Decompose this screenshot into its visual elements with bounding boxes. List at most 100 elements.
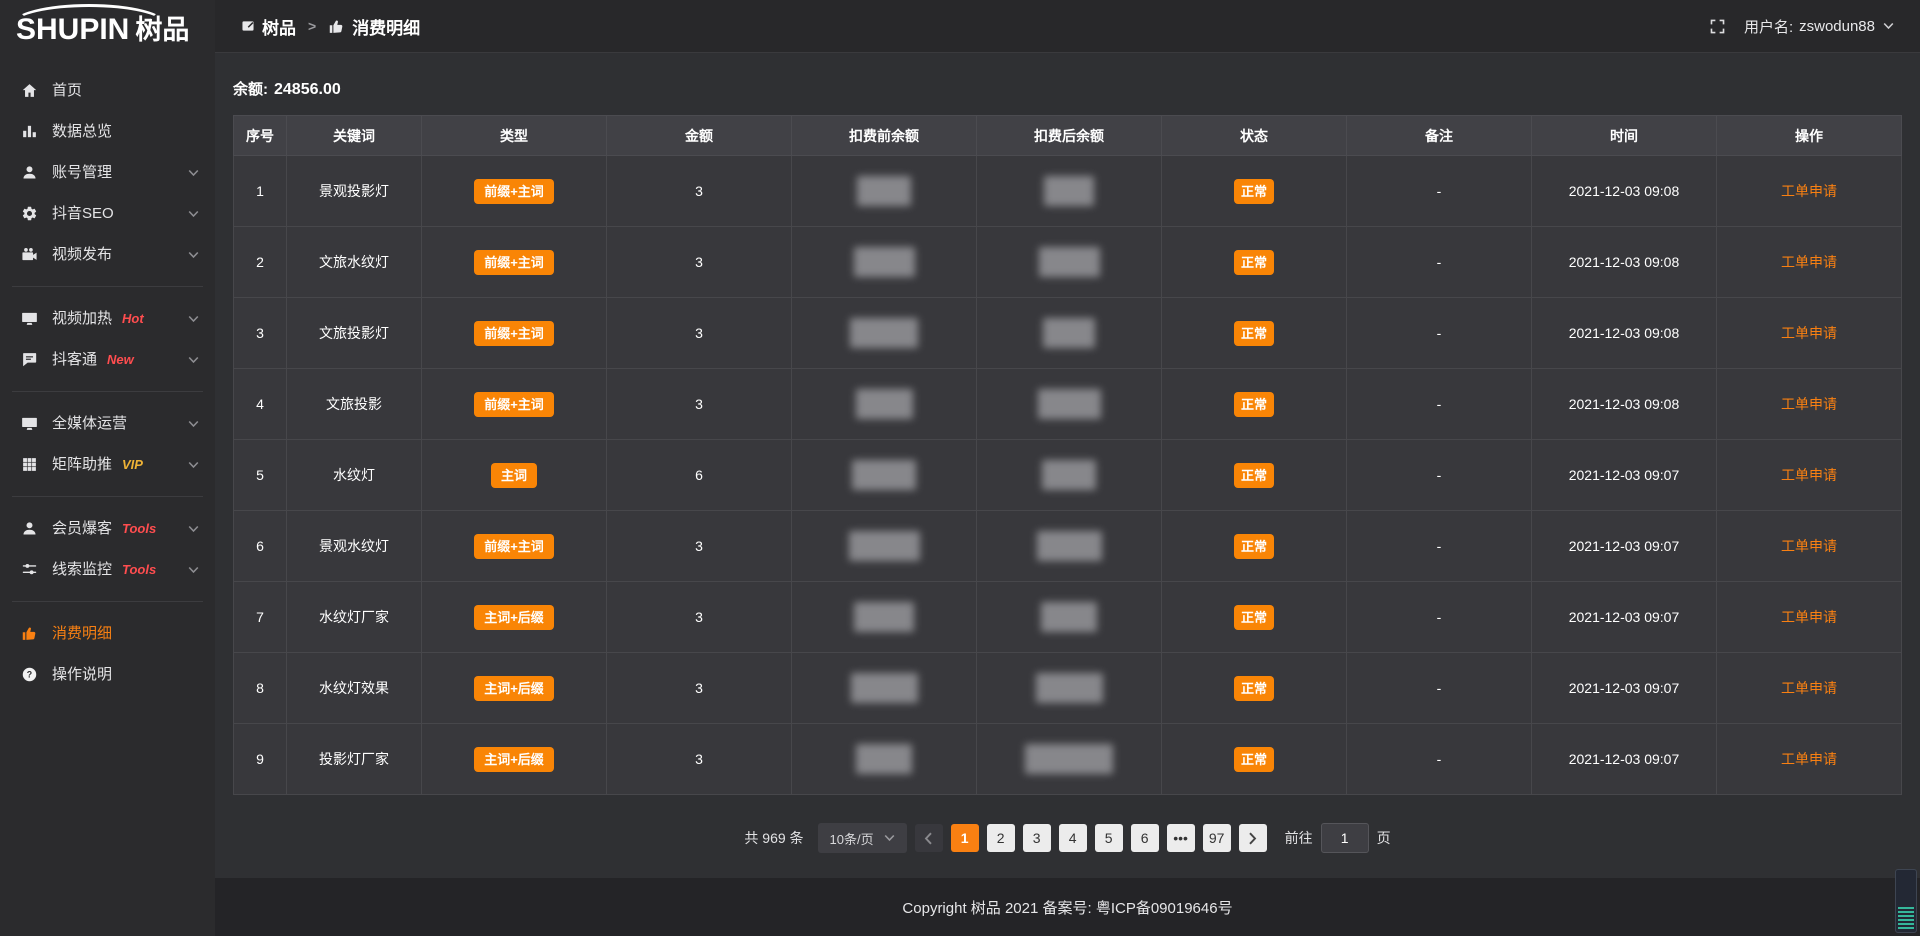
table-row: 7水纹灯厂家主词+后缀3正常-2021-12-03 09:07工单申请 <box>234 582 1902 653</box>
sidebar-item-consumption-detail[interactable]: 消费明细 <box>0 613 215 654</box>
blurred-value <box>854 602 914 632</box>
page-size-select[interactable]: 10条/页 <box>818 823 907 853</box>
chevron-down-icon <box>188 251 199 259</box>
cell-remark: - <box>1347 653 1532 724</box>
work-order-link[interactable]: 工单申请 <box>1781 396 1837 412</box>
blurred-value <box>852 460 916 490</box>
status-badge: 正常 <box>1234 179 1274 204</box>
chevron-down-icon <box>188 210 199 218</box>
breadcrumb-item[interactable]: 消费明细 <box>328 14 420 39</box>
sidebar-item-data-overview[interactable]: 数据总览 <box>0 111 215 152</box>
gear-icon <box>20 204 39 223</box>
wallet-icon <box>328 18 345 35</box>
sidebar-item-label: 首页 <box>52 83 82 98</box>
panel-icon <box>241 19 255 33</box>
page-button-1[interactable]: 1 <box>951 824 979 852</box>
cell-status: 正常 <box>1162 724 1347 795</box>
sidebar-item-douketong[interactable]: 抖客通New <box>0 339 215 380</box>
chat-icon <box>20 350 39 369</box>
cell-type: 前缀+主词 <box>422 298 607 369</box>
sidebar-item-label: 线索监控 <box>52 562 112 577</box>
cell-seq: 6 <box>234 511 287 582</box>
table-row: 1景观投影灯前缀+主词3正常-2021-12-03 09:08工单申请 <box>234 156 1902 227</box>
ellipsis-page-button[interactable]: ••• <box>1167 824 1195 852</box>
page-button-2[interactable]: 2 <box>987 824 1015 852</box>
menu-badge: Hot <box>122 311 144 326</box>
blurred-value <box>1036 673 1103 703</box>
prev-page-button[interactable] <box>915 824 943 852</box>
work-order-link[interactable]: 工单申请 <box>1781 609 1837 625</box>
goto-page-input[interactable] <box>1321 823 1369 853</box>
cell-type: 前缀+主词 <box>422 369 607 440</box>
sidebar-item-operation-guide[interactable]: ?操作说明 <box>0 654 215 695</box>
sidebar-item-home[interactable]: 首页 <box>0 70 215 111</box>
cell-seq: 5 <box>234 440 287 511</box>
work-order-link[interactable]: 工单申请 <box>1781 751 1837 767</box>
username-value: zswodun88 <box>1799 18 1875 35</box>
cell-balance-before <box>792 369 977 440</box>
blurred-value <box>1037 531 1102 561</box>
sidebar-item-matrix-boost[interactable]: 矩阵助推VIP <box>0 444 215 485</box>
blurred-value <box>849 531 920 561</box>
work-order-link[interactable]: 工单申请 <box>1781 467 1837 483</box>
sidebar-item-video-publish[interactable]: 视频发布 <box>0 234 215 275</box>
table-row: 2文旅水纹灯前缀+主词3正常-2021-12-03 09:08工单申请 <box>234 227 1902 298</box>
sidebar-item-label: 抖客通 <box>52 352 97 367</box>
cell-time: 2021-12-03 09:07 <box>1532 653 1717 724</box>
cell-amount: 3 <box>607 653 792 724</box>
cell-time: 2021-12-03 09:08 <box>1532 369 1717 440</box>
grid-icon <box>20 455 39 474</box>
cell-remark: - <box>1347 511 1532 582</box>
column-header: 状态 <box>1162 116 1347 156</box>
sidebar-item-douyin-seo[interactable]: 抖音SEO <box>0 193 215 234</box>
menu-divider <box>12 391 203 392</box>
breadcrumb-item[interactable]: 树品 <box>241 14 296 39</box>
column-header: 关键词 <box>287 116 422 156</box>
sidebar-item-all-media-operation[interactable]: 全媒体运营 <box>0 403 215 444</box>
cell-action: 工单申请 <box>1717 511 1902 582</box>
cell-balance-after <box>977 156 1162 227</box>
table-row: 3文旅投影灯前缀+主词3正常-2021-12-03 09:08工单申请 <box>234 298 1902 369</box>
work-order-link[interactable]: 工单申请 <box>1781 680 1837 696</box>
cell-balance-after <box>977 511 1162 582</box>
menu-badge: VIP <box>122 457 143 472</box>
cell-amount: 6 <box>607 440 792 511</box>
next-page-button[interactable] <box>1239 824 1267 852</box>
work-order-link[interactable]: 工单申请 <box>1781 538 1837 554</box>
fullscreen-icon[interactable] <box>1709 18 1726 35</box>
column-header: 扣费前余额 <box>792 116 977 156</box>
page-button-5[interactable]: 5 <box>1095 824 1123 852</box>
cell-keyword: 投影灯厂家 <box>287 724 422 795</box>
sidebar-item-clue-monitor[interactable]: 线索监控Tools <box>0 549 215 590</box>
page-button-6[interactable]: 6 <box>1131 824 1159 852</box>
column-header: 操作 <box>1717 116 1902 156</box>
menu-divider <box>12 601 203 602</box>
cell-balance-before <box>792 227 977 298</box>
video-camera-icon <box>20 245 39 264</box>
page-button-97[interactable]: 97 <box>1203 824 1231 852</box>
cell-amount: 3 <box>607 369 792 440</box>
cell-remark: - <box>1347 156 1532 227</box>
cell-keyword: 文旅水纹灯 <box>287 227 422 298</box>
sidebar-item-account-management[interactable]: 账号管理 <box>0 152 215 193</box>
sidebar-item-video-heating[interactable]: 视频加热Hot <box>0 298 215 339</box>
page-button-3[interactable]: 3 <box>1023 824 1051 852</box>
user-menu[interactable]: 用户名: zswodun88 <box>1744 16 1894 37</box>
page-button-4[interactable]: 4 <box>1059 824 1087 852</box>
blurred-value <box>1039 247 1100 277</box>
blurred-value <box>1044 176 1094 206</box>
cell-amount: 3 <box>607 227 792 298</box>
column-header: 备注 <box>1347 116 1532 156</box>
work-order-link[interactable]: 工单申请 <box>1781 183 1837 199</box>
sidebar-item-label: 数据总览 <box>52 124 112 139</box>
bar-chart-icon <box>20 122 39 141</box>
sidebar-item-member-burst[interactable]: 会员爆客Tools <box>0 508 215 549</box>
pagination: 共 969 条10条/页123456•••97前往页 <box>215 823 1920 853</box>
work-order-link[interactable]: 工单申请 <box>1781 325 1837 341</box>
cell-seq: 9 <box>234 724 287 795</box>
cell-balance-before <box>792 582 977 653</box>
cell-type: 前缀+主词 <box>422 227 607 298</box>
blurred-value <box>850 318 918 348</box>
work-order-link[interactable]: 工单申请 <box>1781 254 1837 270</box>
column-header: 序号 <box>234 116 287 156</box>
